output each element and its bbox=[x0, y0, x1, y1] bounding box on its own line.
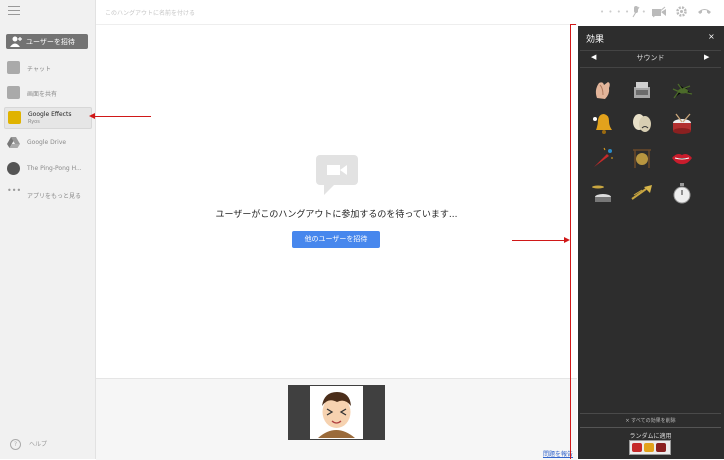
video-placeholder-icon bbox=[316, 155, 358, 195]
arrowhead-icon bbox=[89, 113, 95, 119]
crickets-effect-icon[interactable] bbox=[670, 78, 694, 102]
hang-up-icon[interactable] bbox=[698, 7, 711, 16]
random-effect-icon bbox=[632, 443, 642, 452]
more-dots-icon: ••• bbox=[7, 186, 22, 195]
report-problem-link[interactable]: 問題を報告 bbox=[543, 449, 573, 458]
annotation-bracket-top bbox=[570, 24, 576, 25]
hangout-title-input[interactable]: このハングアウトに名前を付ける bbox=[105, 8, 195, 17]
chat-icon bbox=[7, 61, 20, 74]
help-link[interactable]: ? ヘルプ bbox=[10, 439, 47, 450]
sidebar-item-label: The Ping-Pong H... bbox=[27, 165, 82, 172]
gong-effect-icon[interactable] bbox=[630, 146, 654, 170]
google-drive-icon bbox=[7, 137, 20, 148]
bell-effect-icon[interactable] bbox=[591, 111, 615, 135]
sidebar-item-label: アプリをもっと見る bbox=[27, 193, 82, 200]
sidebar-item-screenshare[interactable]: 画面を共有 bbox=[4, 83, 90, 103]
settings-gear-icon[interactable] bbox=[676, 6, 687, 17]
random-effect-icon bbox=[644, 443, 654, 452]
kiss-lips-effect-icon[interactable] bbox=[670, 146, 694, 170]
help-label: ヘルプ bbox=[29, 441, 48, 448]
applause-effect-icon[interactable] bbox=[591, 78, 615, 102]
drum-effect-icon[interactable] bbox=[670, 111, 694, 135]
effects-panel-title: 効果 bbox=[586, 35, 605, 45]
stopwatch-effect-icon[interactable] bbox=[670, 181, 694, 205]
participant-avatar bbox=[310, 386, 363, 439]
trombone-effect-icon[interactable] bbox=[630, 181, 654, 205]
camera-off-icon[interactable] bbox=[652, 6, 666, 18]
sidebar-item-label: Google Drive bbox=[27, 139, 67, 146]
waiting-message: ユーザーがこのハングアウトに参加するのを待っています... bbox=[215, 210, 458, 220]
random-apply-label: ランダムに適用 bbox=[629, 433, 672, 440]
add-person-icon bbox=[10, 36, 22, 47]
remove-all-effects-button[interactable]: × すべての効果を削除 bbox=[580, 413, 721, 424]
top-bar: このハングアウトに名前を付ける bbox=[96, 0, 577, 25]
sidebar-item-label: 画面を共有 bbox=[27, 91, 58, 98]
random-apply-button[interactable] bbox=[629, 440, 671, 455]
cartoon-face-icon bbox=[318, 392, 355, 438]
invite-user-label: ユーザーを招待 bbox=[26, 38, 75, 46]
ping-pong-icon bbox=[7, 162, 20, 175]
sidebar-item-label: Google Effects bbox=[28, 111, 72, 118]
invite-user-button[interactable]: ユーザーを招待 bbox=[6, 34, 88, 49]
menu-icon[interactable] bbox=[8, 6, 20, 16]
invite-others-button[interactable]: 他のユーザーを招待 bbox=[292, 231, 380, 248]
random-effect-icon bbox=[656, 443, 666, 452]
mic-mute-icon[interactable] bbox=[632, 6, 640, 18]
next-category-icon[interactable]: ▶ bbox=[704, 53, 709, 61]
sidebar-item-more-apps[interactable]: ••• アプリをもっと見る bbox=[4, 185, 90, 205]
sidebar-item-ping-pong[interactable]: The Ping-Pong H... bbox=[4, 159, 90, 179]
drum-cymbal-effect-icon[interactable] bbox=[591, 181, 615, 205]
google-effects-icon bbox=[8, 111, 21, 124]
close-icon[interactable]: × bbox=[708, 32, 715, 41]
sidebar-item-google-effects[interactable]: Google Effects Ryos bbox=[4, 107, 92, 129]
annotation-bracket-line bbox=[570, 24, 571, 459]
party-horn-effect-icon[interactable] bbox=[591, 146, 615, 170]
sidebar-item-sublabel: Ryos bbox=[28, 119, 40, 125]
theater-masks-effect-icon[interactable] bbox=[630, 111, 654, 135]
category-label: サウンド bbox=[636, 54, 665, 62]
screenshare-icon bbox=[7, 86, 20, 99]
annotation-arrow-effects bbox=[94, 116, 151, 117]
cash-register-effect-icon[interactable] bbox=[630, 78, 654, 102]
sidebar-item-label: チャット bbox=[27, 66, 51, 73]
annotation-arrow-panel bbox=[512, 240, 567, 241]
sidebar-item-google-drive[interactable]: Google Drive bbox=[4, 133, 90, 153]
help-icon: ? bbox=[10, 439, 21, 450]
sidebar-item-chat[interactable]: チャット bbox=[4, 58, 90, 78]
